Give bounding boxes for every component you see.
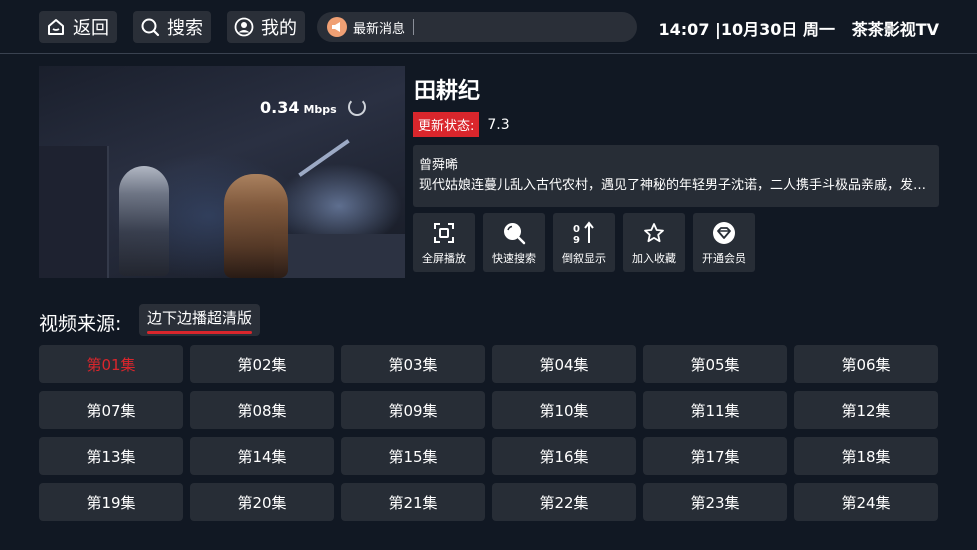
episode-button[interactable]: 第12集: [794, 391, 938, 429]
loading-spinner-icon: [348, 98, 366, 116]
reverse-order-label: 倒叙显示: [562, 252, 606, 265]
app-name: 茶茶影视TV: [851, 20, 939, 39]
episode-button[interactable]: 第08集: [190, 391, 334, 429]
episode-button[interactable]: 第21集: [341, 483, 485, 521]
episode-button[interactable]: 第06集: [794, 345, 938, 383]
home-icon: [45, 16, 67, 38]
poster-desk-decor: [274, 234, 405, 278]
source-selector[interactable]: 边下边播超清版: [139, 304, 261, 336]
source-label: 视频来源:: [39, 313, 122, 335]
episode-button[interactable]: 第03集: [341, 345, 485, 383]
action-bar: 全屏播放 快速搜索 09 倒叙显示 加入收藏 开通会员: [413, 213, 755, 272]
episode-button[interactable]: 第16集: [492, 437, 636, 475]
poster-shelf-decor: [39, 146, 109, 278]
svg-text:9: 9: [573, 235, 580, 245]
episode-button[interactable]: 第09集: [341, 391, 485, 429]
megaphone-icon: [327, 17, 347, 37]
add-favorite-button[interactable]: 加入收藏: [623, 213, 685, 272]
fullscreen-label: 全屏播放: [422, 252, 466, 265]
episode-button[interactable]: 第19集: [39, 483, 183, 521]
episode-button[interactable]: 第01集: [39, 345, 183, 383]
episode-button[interactable]: 第11集: [643, 391, 787, 429]
episode-button[interactable]: 第07集: [39, 391, 183, 429]
episode-grid: 第01集 第02集 第03集 第04集 第05集 第06集第07集 第08集 第09集 第10集…: [39, 345, 939, 521]
status-value: 7.3: [487, 116, 510, 133]
video-player[interactable]: 0.34 Mbps: [39, 66, 405, 278]
update-status: 更新状态: 7.3: [413, 112, 510, 137]
video-title: 田耕纪: [414, 79, 481, 104]
add-favorite-label: 加入收藏: [632, 252, 676, 265]
synopsis-text: 现代姑娘连蔓儿乱入古代农村，遇见了神秘的年轻男子沈诺，二人携手斗极品亲戚，发家致…: [419, 178, 933, 193]
quick-search-label: 快速搜索: [492, 252, 536, 265]
star-icon: [642, 221, 666, 245]
episode-button[interactable]: 第04集: [492, 345, 636, 383]
poster-lamp-decor: [298, 139, 350, 177]
user-icon: [233, 16, 255, 38]
poster-figure-left: [119, 166, 169, 276]
quick-search-button[interactable]: 快速搜索: [483, 213, 545, 272]
episode-button[interactable]: 第15集: [341, 437, 485, 475]
mine-button[interactable]: 我的: [227, 11, 305, 43]
episode-button[interactable]: 第22集: [492, 483, 636, 521]
detail-page: 返回 搜索 我的 最新消息 14:07 |10月30日 周一 茶茶影视TV 0.…: [0, 0, 977, 550]
search-button[interactable]: 搜索: [133, 11, 211, 43]
news-label: 最新消息: [353, 21, 406, 37]
description-box[interactable]: 曾舜晞 现代姑娘连蔓儿乱入古代农村，遇见了神秘的年轻男子沈诺，二人携手斗极品亲戚…: [413, 145, 939, 207]
back-button[interactable]: 返回: [39, 11, 117, 43]
vip-button[interactable]: 开通会员: [693, 213, 755, 272]
speed-unit: Mbps: [303, 103, 337, 116]
cast-text: 曾舜晞: [419, 158, 459, 173]
sort-icon: 09: [572, 221, 596, 245]
news-divider: [413, 19, 415, 35]
episode-button[interactable]: 第02集: [190, 345, 334, 383]
clock-and-brand: 14:07 |10月30日 周一 茶茶影视TV: [659, 16, 939, 40]
search-label: 搜索: [167, 18, 203, 39]
episode-button[interactable]: 第20集: [190, 483, 334, 521]
status-badge: 更新状态:: [413, 112, 480, 137]
episode-button[interactable]: 第24集: [794, 483, 938, 521]
top-bar: 返回 搜索 我的 最新消息 14:07 |10月30日 周一 茶茶影视TV: [0, 0, 977, 54]
episode-button[interactable]: 第05集: [643, 345, 787, 383]
episode-button[interactable]: 第18集: [794, 437, 938, 475]
search-icon: [502, 221, 526, 245]
episode-button[interactable]: 第10集: [492, 391, 636, 429]
clock-text: 14:07 |10月30日 周一: [658, 20, 835, 39]
fullscreen-button[interactable]: 全屏播放: [413, 213, 475, 272]
search-icon: [139, 16, 161, 38]
source-underline: [147, 330, 253, 334]
back-label: 返回: [73, 18, 109, 39]
vip-label: 开通会员: [702, 252, 746, 265]
episode-button[interactable]: 第23集: [643, 483, 787, 521]
episode-button[interactable]: 第13集: [39, 437, 183, 475]
reverse-order-button[interactable]: 09 倒叙显示: [553, 213, 615, 272]
episode-button[interactable]: 第14集: [190, 437, 334, 475]
mine-label: 我的: [261, 18, 297, 39]
source-selected: 边下边播超清版: [147, 308, 253, 327]
fullscreen-icon: [432, 221, 456, 245]
network-speed: 0.34 Mbps: [260, 98, 337, 117]
speed-value: 0.34: [260, 98, 300, 117]
episode-button[interactable]: 第17集: [643, 437, 787, 475]
svg-text:0: 0: [573, 224, 580, 235]
poster-figure-right: [224, 174, 288, 278]
news-ticker[interactable]: 最新消息: [317, 12, 637, 42]
vip-icon: [712, 221, 736, 245]
